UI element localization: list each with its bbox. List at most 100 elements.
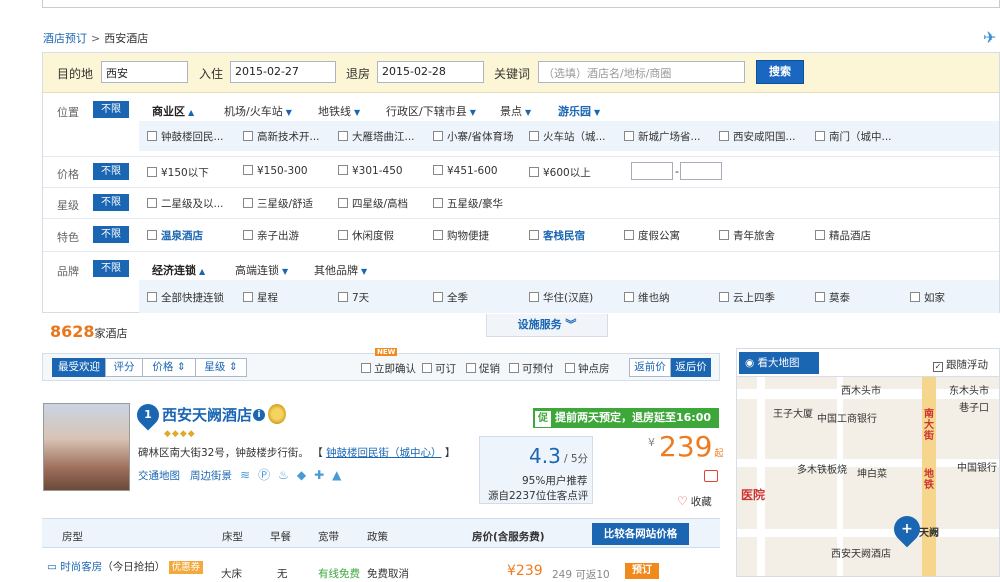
info-icon[interactable]: i bbox=[253, 409, 265, 421]
brand-option[interactable]: 莫泰 bbox=[815, 290, 850, 305]
feature-option[interactable]: 亲子出游 bbox=[243, 228, 299, 243]
favorite-button[interactable]: ♡ 收藏 bbox=[677, 494, 712, 509]
brand-option[interactable]: 维也纳 bbox=[624, 290, 670, 305]
breadcrumb-separator: > bbox=[91, 32, 101, 45]
sort-rating-button[interactable]: 评分 bbox=[105, 358, 143, 377]
tab-other-brand[interactable]: 其他品牌 ▼ bbox=[314, 262, 367, 278]
room-name-link[interactable]: 时尚客房 bbox=[60, 561, 102, 573]
feature-no-limit-button[interactable]: 不限 bbox=[93, 226, 129, 243]
expand-icon[interactable]: ▭ bbox=[47, 561, 57, 573]
location-option[interactable]: 小寨/省体育场 bbox=[433, 129, 514, 144]
destination-input[interactable]: 西安 bbox=[101, 61, 188, 83]
location-option[interactable]: 西安咸阳国... bbox=[719, 129, 796, 144]
feature-option[interactable]: 精品酒店 bbox=[815, 228, 871, 243]
search-bar: 目的地 西安 入住 2015-02-27 退房 2015-02-28 关键词 （… bbox=[43, 53, 999, 93]
room-note: （今日抢拍） bbox=[102, 561, 166, 573]
tab-label: 经济连锁 bbox=[152, 264, 196, 277]
street-view-link[interactable]: 周边街景 bbox=[190, 470, 232, 482]
checkin-date-input[interactable]: 2015-02-27 bbox=[230, 61, 336, 83]
brand-option[interactable]: 全部快捷连锁 bbox=[147, 290, 224, 305]
brand-option[interactable]: 全季 bbox=[433, 290, 468, 305]
sort-popular-button[interactable]: 最受欢迎 bbox=[52, 358, 106, 377]
location-option[interactable]: 新城广场省... bbox=[624, 129, 701, 144]
coupon-ticket-icon bbox=[704, 470, 718, 482]
price-after-return-button[interactable]: 返后价 bbox=[671, 358, 711, 377]
feature-option[interactable]: 购物便捷 bbox=[433, 228, 489, 243]
compare-prices-button[interactable]: 比较各网站价格 bbox=[592, 523, 689, 545]
brand-option[interactable]: 星程 bbox=[243, 290, 278, 305]
map-panel[interactable]: ◉ 看大地图 ✓ 跟随浮动 西木头市 东木头市 巷子口 中国工商银行 王子大厦 多… bbox=[736, 348, 1000, 577]
hotel-photo[interactable] bbox=[43, 403, 130, 491]
price-max-input[interactable] bbox=[680, 162, 722, 180]
feature-option[interactable]: 休闲度假 bbox=[338, 228, 394, 243]
price-before-return-button[interactable]: 返前价 bbox=[629, 358, 671, 377]
price-option[interactable]: ¥150以下 bbox=[147, 165, 209, 180]
location-option[interactable]: 钟鼓楼回民... bbox=[147, 129, 224, 144]
star-option[interactable]: 三星级/舒适 bbox=[243, 196, 313, 211]
tab-district[interactable]: 行政区/下辖市县 ▼ bbox=[386, 103, 476, 119]
keyword-input[interactable]: （选填）酒店名/地标/商圈 bbox=[538, 61, 745, 83]
rating-box[interactable]: 4.3 / 5分 95%用户推荐 源自2237位住客点评 bbox=[479, 436, 593, 504]
instant-confirm-checkbox[interactable]: 立即确认 bbox=[361, 361, 416, 376]
traffic-map-link[interactable]: 交通地图 bbox=[138, 470, 180, 482]
location-option[interactable]: 高新技术开... bbox=[243, 129, 320, 144]
brand-option[interactable]: 华住(汉庭) bbox=[529, 290, 593, 305]
tab-economy-chain[interactable]: 经济连锁 ▲ bbox=[152, 262, 205, 278]
location-option[interactable]: 大雁塔曲江... bbox=[338, 129, 415, 144]
tab-amusement-park[interactable]: 游乐园 ▼ bbox=[558, 103, 600, 119]
brand-no-limit-button[interactable]: 不限 bbox=[93, 260, 129, 277]
search-button[interactable]: 搜索 bbox=[756, 60, 804, 84]
brand-filter: 品牌 不限 经济连锁 ▲ 高端连锁 ▼ 其他品牌 ▼ 全部快捷连锁 星程 7天 全季 … bbox=[43, 252, 999, 314]
star-option[interactable]: 二星级及以... bbox=[147, 196, 224, 211]
option-label: 如家 bbox=[924, 292, 945, 304]
area-link[interactable]: 钟鼓楼回民街（城中心） bbox=[326, 447, 442, 459]
tab-airport-station[interactable]: 机场/火车站 ▼ bbox=[224, 103, 292, 119]
promo-text: 提前两天预定，退房延至16:00 bbox=[555, 411, 712, 424]
location-no-limit-button[interactable]: 不限 bbox=[93, 101, 129, 118]
hotel-name-link[interactable]: 西安天阙酒店 bbox=[162, 404, 252, 425]
price-no-limit-button[interactable]: 不限 bbox=[93, 163, 129, 180]
address-text: 碑林区南大街32号，钟鼓楼步行街。 bbox=[138, 447, 309, 459]
tab-scenic-spot[interactable]: 景点 ▼ bbox=[500, 103, 531, 119]
large-map-button[interactable]: ◉ 看大地图 bbox=[739, 352, 819, 374]
hotel-index: 1 bbox=[144, 408, 152, 421]
location-option[interactable]: 南门（城中... bbox=[815, 129, 892, 144]
brand-option[interactable]: 7天 bbox=[338, 290, 369, 305]
promo-checkbox[interactable]: 促销 bbox=[466, 361, 500, 376]
checkout-date-input[interactable]: 2015-02-28 bbox=[377, 61, 484, 83]
facility-service-toggle[interactable]: 设施服务 ︾ bbox=[486, 314, 608, 337]
location-filter: 位置 不限 商业区 ▲ 机场/火车站 ▼ 地铁线 ▼ 行政区/下辖市县 ▼ 景点 ▼ 游乐… bbox=[43, 93, 999, 156]
breadcrumb-hotel-booking[interactable]: 酒店预订 bbox=[43, 32, 87, 45]
sort-star-button[interactable]: 星级 ⇕ bbox=[195, 358, 247, 377]
price-min-input[interactable] bbox=[631, 162, 673, 180]
hourly-room-checkbox[interactable]: 钟点房 bbox=[565, 361, 610, 376]
brand-option[interactable]: 云上四季 bbox=[719, 290, 775, 305]
caret-down-icon: ▼ bbox=[594, 108, 601, 117]
price-option[interactable]: ¥150-300 bbox=[243, 165, 308, 177]
airplane-icon[interactable]: ✈ bbox=[983, 28, 996, 47]
feature-option[interactable]: 青年旅舍 bbox=[719, 228, 775, 243]
tab-label: 机场/火车站 bbox=[224, 105, 283, 118]
map-label: 南大街 bbox=[924, 409, 934, 442]
star-option[interactable]: 五星级/豪华 bbox=[433, 196, 503, 211]
location-option[interactable]: 火车站（城... bbox=[529, 129, 606, 144]
feature-option[interactable]: 度假公寓 bbox=[624, 228, 680, 243]
prepay-checkbox[interactable]: 可预付 bbox=[509, 361, 554, 376]
star-option[interactable]: 四星级/高档 bbox=[338, 196, 408, 211]
new-badge: NEW bbox=[375, 348, 398, 356]
tab-metro-line[interactable]: 地铁线 ▼ bbox=[318, 103, 360, 119]
price-option[interactable]: ¥301-450 bbox=[338, 165, 403, 177]
available-checkbox[interactable]: 可订 bbox=[422, 361, 456, 376]
tab-business-district[interactable]: 商业区 ▲ bbox=[152, 103, 194, 119]
follow-float-checkbox[interactable]: ✓ 跟随浮动 bbox=[933, 357, 988, 372]
brand-option[interactable]: 如家 bbox=[910, 290, 945, 305]
star-no-limit-button[interactable]: 不限 bbox=[93, 194, 129, 211]
sort-price-button[interactable]: 价格 ⇕ bbox=[142, 358, 196, 377]
feature-option[interactable]: 温泉酒店 bbox=[147, 228, 203, 243]
promo-tag: 促 bbox=[535, 411, 551, 427]
option-label: 维也纳 bbox=[638, 292, 670, 304]
feature-option[interactable]: 客栈民宿 bbox=[529, 228, 585, 243]
price-option[interactable]: ¥600以上 bbox=[529, 165, 591, 180]
tab-luxury-chain[interactable]: 高端连锁 ▼ bbox=[235, 262, 288, 278]
price-option[interactable]: ¥451-600 bbox=[433, 165, 498, 177]
